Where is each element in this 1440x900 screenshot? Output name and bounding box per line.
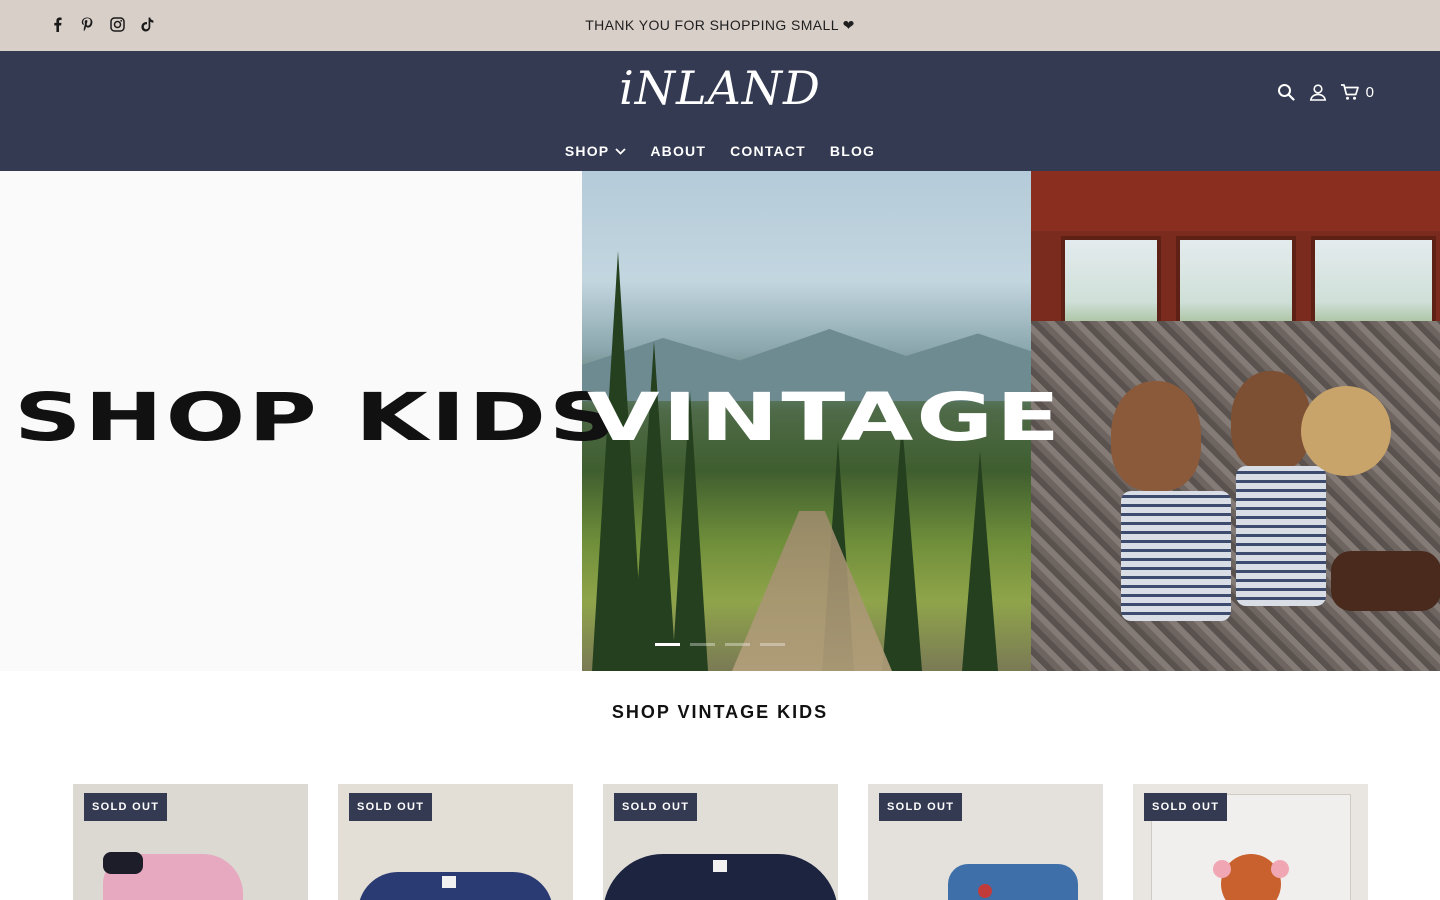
hero-slideshow[interactable]: SHOP KIDS VINTAGE [0, 171, 1440, 671]
sold-out-badge: SOLD OUT [349, 793, 433, 821]
product-card[interactable]: SOLD OUT [868, 784, 1103, 900]
site-logo[interactable]: iNLAND [0, 58, 1440, 118]
sold-out-badge: SOLD OUT [84, 793, 168, 821]
slide-dot-1[interactable] [655, 643, 680, 646]
product-card[interactable]: SOLD OUT [603, 784, 838, 900]
announcement-text: THANK YOU FOR SHOPPING SMALL ❤ [585, 17, 855, 33]
hero-image-kids-in-truck [1031, 171, 1440, 671]
announcement-bar: THANK YOU FOR SHOPPING SMALL ❤ [0, 0, 1440, 51]
sold-out-badge: SOLD OUT [879, 793, 963, 821]
slide-indicators [655, 643, 785, 646]
nav-item-label: CONTACT [730, 143, 806, 159]
product-grid: SOLD OUT SOLD OUT SOLD OUT SOLD OUT SOLD… [73, 784, 1368, 900]
header-actions: 0 [1276, 82, 1374, 102]
search-icon[interactable] [1276, 82, 1296, 102]
slide-dot-2[interactable] [690, 643, 715, 646]
nav-item-contact[interactable]: CONTACT [730, 143, 806, 159]
product-card[interactable]: SOLD OUT [73, 784, 308, 900]
sold-out-badge: SOLD OUT [614, 793, 698, 821]
nav-item-about[interactable]: ABOUT [650, 143, 706, 159]
sold-out-badge: SOLD OUT [1144, 793, 1228, 821]
product-card[interactable]: SOLD OUT [338, 784, 573, 900]
product-card[interactable]: SOLD OUT [1133, 784, 1368, 900]
slide-dot-4[interactable] [760, 643, 785, 646]
slide-dot-3[interactable] [725, 643, 750, 646]
cart-count[interactable]: 0 [1366, 84, 1374, 101]
hero-headline-left: SHOP KIDS [14, 379, 620, 456]
nav-item-label: ABOUT [650, 143, 707, 159]
main-nav: SHOP ABOUT CONTACT BLOG [0, 143, 1440, 159]
site-header: iNLAND 0 SHOP ABOUT CONTACT BLOG [0, 51, 1440, 171]
nav-item-shop[interactable]: SHOP [565, 143, 626, 159]
hero-headline-right: VINTAGE [587, 379, 1063, 456]
nav-item-blog[interactable]: BLOG [830, 143, 875, 159]
cart-icon[interactable] [1340, 82, 1360, 102]
chevron-down-icon [615, 147, 626, 155]
account-icon[interactable] [1308, 82, 1328, 102]
section-title: SHOP VINTAGE KIDS [611, 702, 829, 722]
nav-item-label: BLOG [829, 143, 876, 159]
nav-item-label: SHOP [564, 143, 610, 159]
